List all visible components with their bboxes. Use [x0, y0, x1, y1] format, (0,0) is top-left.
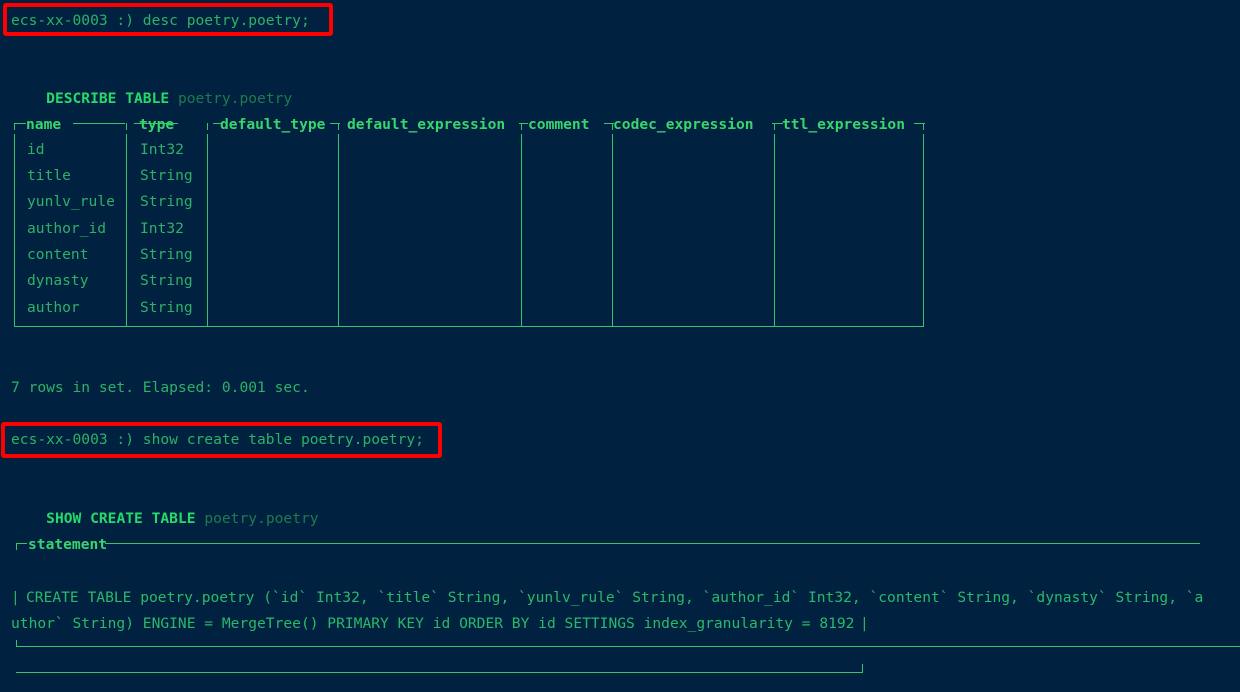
statement-border-top-seg [105, 543, 1200, 544]
show-create-echo-keyword: SHOW CREATE TABLE [46, 510, 196, 528]
table-border-top-seg [73, 123, 125, 124]
column-header-name: name [26, 116, 62, 133]
terminal-screen: ecs-xx-0003 :) desc poetry.poetry; DESCR… [0, 0, 1240, 692]
table-vline [923, 134, 924, 326]
table-cell-type: String [140, 272, 193, 289]
table-vline [338, 134, 339, 326]
statement-corner-tick [16, 640, 17, 647]
describe-echo-argument: poetry.poetry [177, 90, 293, 108]
table-vline [612, 134, 613, 326]
statement-row-pipe: | [860, 615, 869, 632]
table-corner-tick [521, 123, 522, 130]
column-header-type: type [139, 116, 175, 133]
statement-text-line-1: CREATE TABLE poetry.poetry (`id` Int32, … [26, 589, 1204, 606]
table-border-top-seg [14, 123, 26, 124]
table-cell-name: author_id [27, 220, 107, 237]
column-header-default-type: default_type [220, 116, 326, 133]
table-border-bottom [14, 326, 924, 327]
table-cell-name: yunlv_rule [27, 193, 115, 210]
table-vline [774, 134, 775, 326]
table-cell-name: title [27, 167, 71, 184]
statement-border-bottom-outer [16, 646, 1240, 647]
describe-echo-keyword: DESCRIBE TABLE [46, 90, 170, 108]
table-cell-type: String [140, 246, 193, 263]
table-corner-tick [14, 123, 15, 130]
table-corner-tick [126, 123, 127, 130]
statement-corner-tick [16, 543, 17, 550]
table-vline [207, 134, 208, 326]
table-vline [14, 134, 15, 326]
table-cell-type: String [140, 193, 193, 210]
table-cell-type: String [140, 299, 193, 316]
describe-status-line: 7 rows in set. Elapsed: 0.001 sec. [11, 379, 310, 396]
command-prompt-line-2[interactable]: ecs-xx-0003 :) show create table poetry.… [11, 427, 424, 453]
table-corner-tick [774, 123, 775, 130]
table-vline [521, 134, 522, 326]
table-corner-tick [338, 123, 339, 130]
column-header-codec-expression: codec_expression [613, 116, 754, 133]
table-cell-name: content [27, 246, 89, 263]
table-vline [126, 134, 127, 326]
column-header-comment: comment [528, 116, 590, 133]
column-header-ttl-expression: ttl_expression [782, 116, 906, 133]
command-prompt-line-1[interactable]: ecs-xx-0003 :) desc poetry.poetry; [11, 8, 310, 34]
table-cell-type: String [140, 167, 193, 184]
table-cell-name: author [27, 299, 80, 316]
table-cell-name: dynasty [27, 272, 89, 289]
table-cell-name: id [27, 141, 45, 158]
statement-text-line-2: uthor` String) ENGINE = MergeTree() PRIM… [11, 615, 855, 632]
table-cell-type: Int32 [140, 220, 184, 237]
statement-row-pipe: | [11, 589, 20, 606]
table-corner-tick [207, 123, 208, 130]
statement-border-bottom-inner [16, 672, 863, 673]
statement-column-header: statement [28, 536, 108, 553]
table-cell-type: Int32 [140, 141, 184, 158]
table-corner-tick [923, 123, 924, 130]
statement-border-top-seg [16, 543, 27, 544]
show-create-echo-argument: poetry.poetry [204, 510, 319, 528]
column-header-default-expression: default_expression [347, 116, 506, 133]
statement-corner-tick [862, 664, 863, 673]
